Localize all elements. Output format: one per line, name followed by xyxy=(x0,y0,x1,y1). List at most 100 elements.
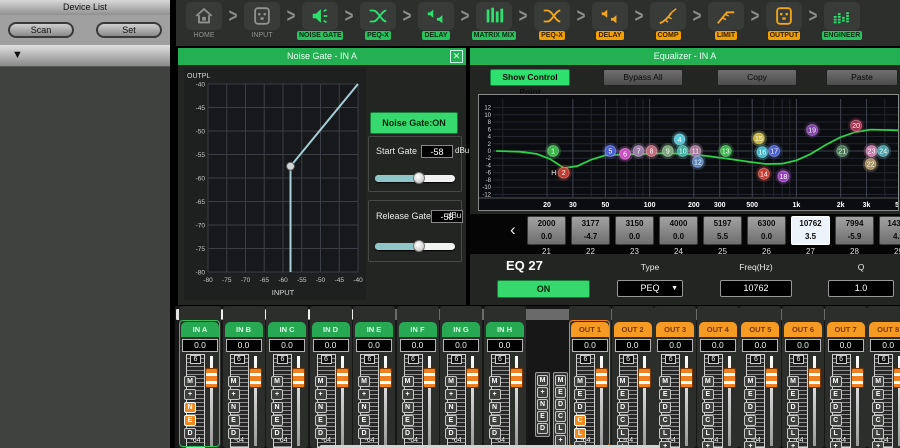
strip-button-e[interactable]: E xyxy=(271,415,283,426)
strip-button-plus[interactable]: + xyxy=(402,389,414,400)
toolbar-item-limit[interactable]: LIMIT xyxy=(704,2,748,40)
strip-button-l[interactable]: L xyxy=(744,428,756,439)
release-gate-slider[interactable] xyxy=(375,243,455,250)
channel-tab[interactable]: OUT 4 xyxy=(699,322,737,337)
strip-button-c[interactable]: C xyxy=(617,415,629,426)
strip-button-c[interactable]: C xyxy=(702,415,714,426)
copy-button[interactable]: Copy xyxy=(717,69,797,86)
strip-button-d[interactable]: D xyxy=(445,428,457,439)
eq-point-9[interactable]: 9 xyxy=(660,143,676,159)
eq-point-20[interactable]: 20 xyxy=(848,118,864,134)
channel-tab[interactable]: OUT 8 xyxy=(869,322,900,337)
strip-button-e[interactable]: E xyxy=(184,415,196,426)
strip-button-m[interactable]: M xyxy=(617,376,629,387)
eq-band-cell-23[interactable]: 31500.0 xyxy=(615,216,654,245)
strip-button-d[interactable]: D xyxy=(617,402,629,413)
strip-button-l[interactable]: L xyxy=(617,428,629,439)
eq-point-5[interactable]: 5 xyxy=(602,143,618,159)
strip-button-l[interactable]: L xyxy=(787,428,799,439)
strip-button-m[interactable]: M xyxy=(489,376,501,387)
slider-thumb[interactable] xyxy=(413,240,425,252)
set-button[interactable]: Set xyxy=(96,22,162,38)
strip-button-m[interactable]: M xyxy=(830,376,842,387)
eq-point-19[interactable]: 19 xyxy=(804,122,820,138)
equalizer-graph[interactable]: 2030501002003005001k2k3k5k121086420-2-4-… xyxy=(478,94,899,211)
strip-button-e[interactable]: E xyxy=(659,389,671,400)
strip-button-m[interactable]: M xyxy=(315,376,327,387)
eq-point-15[interactable]: 15 xyxy=(751,130,767,146)
strip-button-l[interactable]: L xyxy=(830,428,842,439)
strip-button-d[interactable]: D xyxy=(659,402,671,413)
toolbar-item-noise-gate[interactable]: NOISE GATE xyxy=(298,2,342,40)
strip-button-plus[interactable]: + xyxy=(872,441,884,448)
strip-button-e[interactable]: E xyxy=(787,389,799,400)
strip-button-c[interactable]: C xyxy=(744,415,756,426)
channel-tab[interactable]: IN C xyxy=(268,322,306,337)
strip-button-d[interactable]: D xyxy=(574,402,586,413)
eq-point-8[interactable]: 8 xyxy=(644,143,660,159)
toolbar-item-output[interactable]: OUTPUT xyxy=(762,2,806,40)
strip-button-e[interactable]: E xyxy=(555,387,566,398)
channel-tab[interactable]: IN E xyxy=(355,322,393,337)
fader-handle[interactable] xyxy=(680,368,693,388)
strip-button-plus[interactable]: + xyxy=(489,389,501,400)
toolbar-item-delay[interactable]: DELAY xyxy=(588,2,632,40)
eq-point-6[interactable]: 6 xyxy=(617,146,633,162)
device-tree-collapse-bar[interactable]: ▼ xyxy=(0,45,170,67)
strip-button-d[interactable]: D xyxy=(402,428,414,439)
strip-button-e[interactable]: E xyxy=(872,389,884,400)
eq-point-21[interactable]: 21 xyxy=(834,143,850,159)
toolbar-item-input[interactable]: INPUT xyxy=(240,2,284,39)
channel-tab[interactable]: IN G xyxy=(442,322,480,337)
strip-button-m[interactable]: M xyxy=(574,376,586,387)
channel-tab[interactable]: IN H xyxy=(486,322,524,337)
strip-button-m[interactable]: M xyxy=(402,376,414,387)
strip-button-m[interactable]: M xyxy=(358,376,370,387)
fader-handle[interactable] xyxy=(510,368,523,388)
show-control-point-button[interactable]: Show Control Point xyxy=(490,69,570,86)
strip-button-d[interactable]: D xyxy=(537,423,548,434)
strip-button-plus[interactable]: + xyxy=(659,441,671,448)
strip-button-e[interactable]: E xyxy=(617,389,629,400)
start-gate-value[interactable]: -58 xyxy=(421,145,453,158)
strip-button-n[interactable]: N xyxy=(315,402,327,413)
strip-button-n[interactable]: N xyxy=(402,402,414,413)
strip-button-m[interactable]: M xyxy=(555,375,566,386)
strip-button-n[interactable]: N xyxy=(445,402,457,413)
eq-point-24[interactable]: 24 xyxy=(875,143,891,159)
channel-tab[interactable]: IN D xyxy=(312,322,350,337)
strip-button-l[interactable]: L xyxy=(659,428,671,439)
fader-handle[interactable] xyxy=(808,368,821,388)
strip-button-d[interactable]: D xyxy=(184,428,196,439)
toolbar-item-comp[interactable]: COMP xyxy=(646,2,690,40)
eq-band-cell-29[interactable]: 143404.2 xyxy=(879,216,900,245)
scan-button[interactable]: Scan xyxy=(8,22,74,38)
channel-tab[interactable]: OUT 7 xyxy=(827,322,865,337)
toolbar-item-home[interactable]: HOME xyxy=(182,2,226,39)
fader-handle[interactable] xyxy=(723,368,736,388)
eq-band-on-button[interactable]: ON xyxy=(497,280,590,298)
fader-handle[interactable] xyxy=(379,368,392,388)
strip-button-c[interactable]: C xyxy=(574,415,586,426)
strip-button-plus[interactable]: + xyxy=(787,441,799,448)
fader-handle[interactable] xyxy=(893,368,900,388)
strip-button-e[interactable]: E xyxy=(537,411,548,422)
noise-gate-graph[interactable]: -80-75-70-65-60-55-50-45-40-40-45-50-55-… xyxy=(184,68,366,300)
fader-handle[interactable] xyxy=(851,368,864,388)
strip-button-plus[interactable]: + xyxy=(445,389,457,400)
eq-band-cell-28[interactable]: 7994-5.9 xyxy=(835,216,874,245)
strip-button-m[interactable]: M xyxy=(537,375,548,386)
strip-button-plus[interactable]: + xyxy=(271,389,283,400)
strip-button-e[interactable]: E xyxy=(744,389,756,400)
fader-handle[interactable] xyxy=(638,368,651,388)
eq-point-14[interactable]: 14 xyxy=(756,166,772,182)
strip-button-plus[interactable]: + xyxy=(702,441,714,448)
strip-button-d[interactable]: D xyxy=(358,428,370,439)
strip-button-c[interactable]: C xyxy=(555,411,566,422)
channel-tab[interactable]: OUT 5 xyxy=(741,322,779,337)
toolbar-item-peq-x[interactable]: PEQ-X xyxy=(356,2,400,40)
strip-button-m[interactable]: M xyxy=(445,376,457,387)
chevron-left-icon[interactable]: ‹ xyxy=(510,220,516,240)
strip-button-n[interactable]: N xyxy=(271,402,283,413)
strip-button-d[interactable]: D xyxy=(271,428,283,439)
